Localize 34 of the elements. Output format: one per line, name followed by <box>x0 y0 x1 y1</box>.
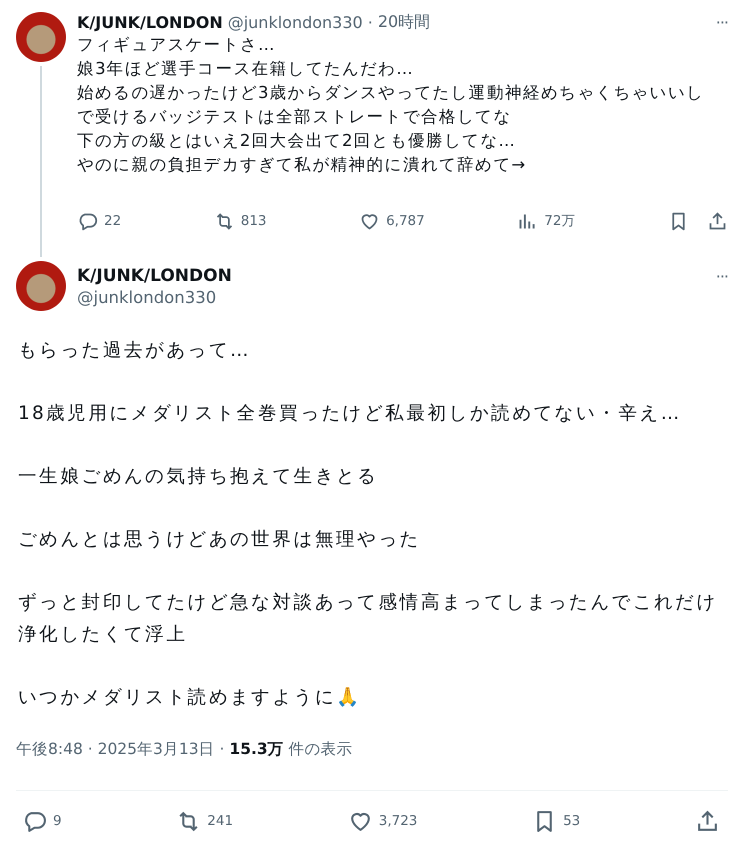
reply-button[interactable]: 9 <box>22 808 62 834</box>
like-button[interactable]: 6,787 <box>359 210 425 232</box>
post-paragraph: いつかメダリスト読めますように🙏 <box>18 686 362 710</box>
avatar[interactable] <box>16 261 66 311</box>
like-button[interactable]: 3,723 <box>348 808 418 834</box>
post-text-line: やのに親の負担デカすぎて私が精神的に潰れて辞めて→ <box>77 154 528 176</box>
retweet-button[interactable]: 241 <box>176 808 234 834</box>
post-time[interactable]: 20時間 <box>378 12 430 33</box>
post-meta: 午後8:48 · 2025年3月13日 · 15.3万 件の表示 <box>16 739 728 791</box>
avatar[interactable] <box>16 12 66 62</box>
post-text-line: で受けるバッジテストは全部ストレートで合格してな <box>77 106 512 128</box>
author-handle[interactable]: @junklondon330 <box>228 13 363 32</box>
share-button[interactable] <box>707 210 728 232</box>
retweet-button[interactable]: 813 <box>214 210 267 232</box>
views-button[interactable]: 72万 <box>517 210 576 232</box>
post-text-line: フィギュアスケートさ… <box>77 34 277 56</box>
bookmark-button[interactable]: 53 <box>532 808 580 834</box>
author-name[interactable]: K/JUNK/LONDON <box>77 13 223 32</box>
post-paragraph: もらった過去があって… <box>18 339 252 363</box>
dot-separator: · <box>368 13 373 32</box>
post-paragraph: 一生娘ごめんの気持ち抱えて生きとる <box>18 465 380 489</box>
post-paragraph: ごめんとは思うけどあの世界は無理やった <box>18 528 422 552</box>
author-handle[interactable]: @junklondon330 <box>77 288 705 306</box>
more-button[interactable]: ··· <box>716 267 728 286</box>
post-paragraph: ずっと封印してたけど急な対談あって感情高まってしまったんでこれだけ浄化したくて浮上 <box>18 591 719 647</box>
post-text-line: 下の方の級とはいえ2回大会出て2回とも優勝してな… <box>77 130 517 152</box>
post-paragraph: 18歳児用にメダリスト全巻買ったけど私最初しか読めてない・辛え… <box>18 402 682 426</box>
share-icon <box>707 210 728 232</box>
reply-button[interactable]: 22 <box>77 210 122 232</box>
post-text-line: 娘3年ほど選手コース在籍してたんだわ… <box>77 58 415 80</box>
more-button[interactable]: ··· <box>716 13 728 32</box>
post-text-line: 始めるの遅かったけど3歳からダンスやってたし運動神経めちゃくちゃいいし <box>77 82 705 104</box>
author-name[interactable]: K/JUNK/LONDON <box>77 266 705 286</box>
reply-icon <box>77 210 98 232</box>
